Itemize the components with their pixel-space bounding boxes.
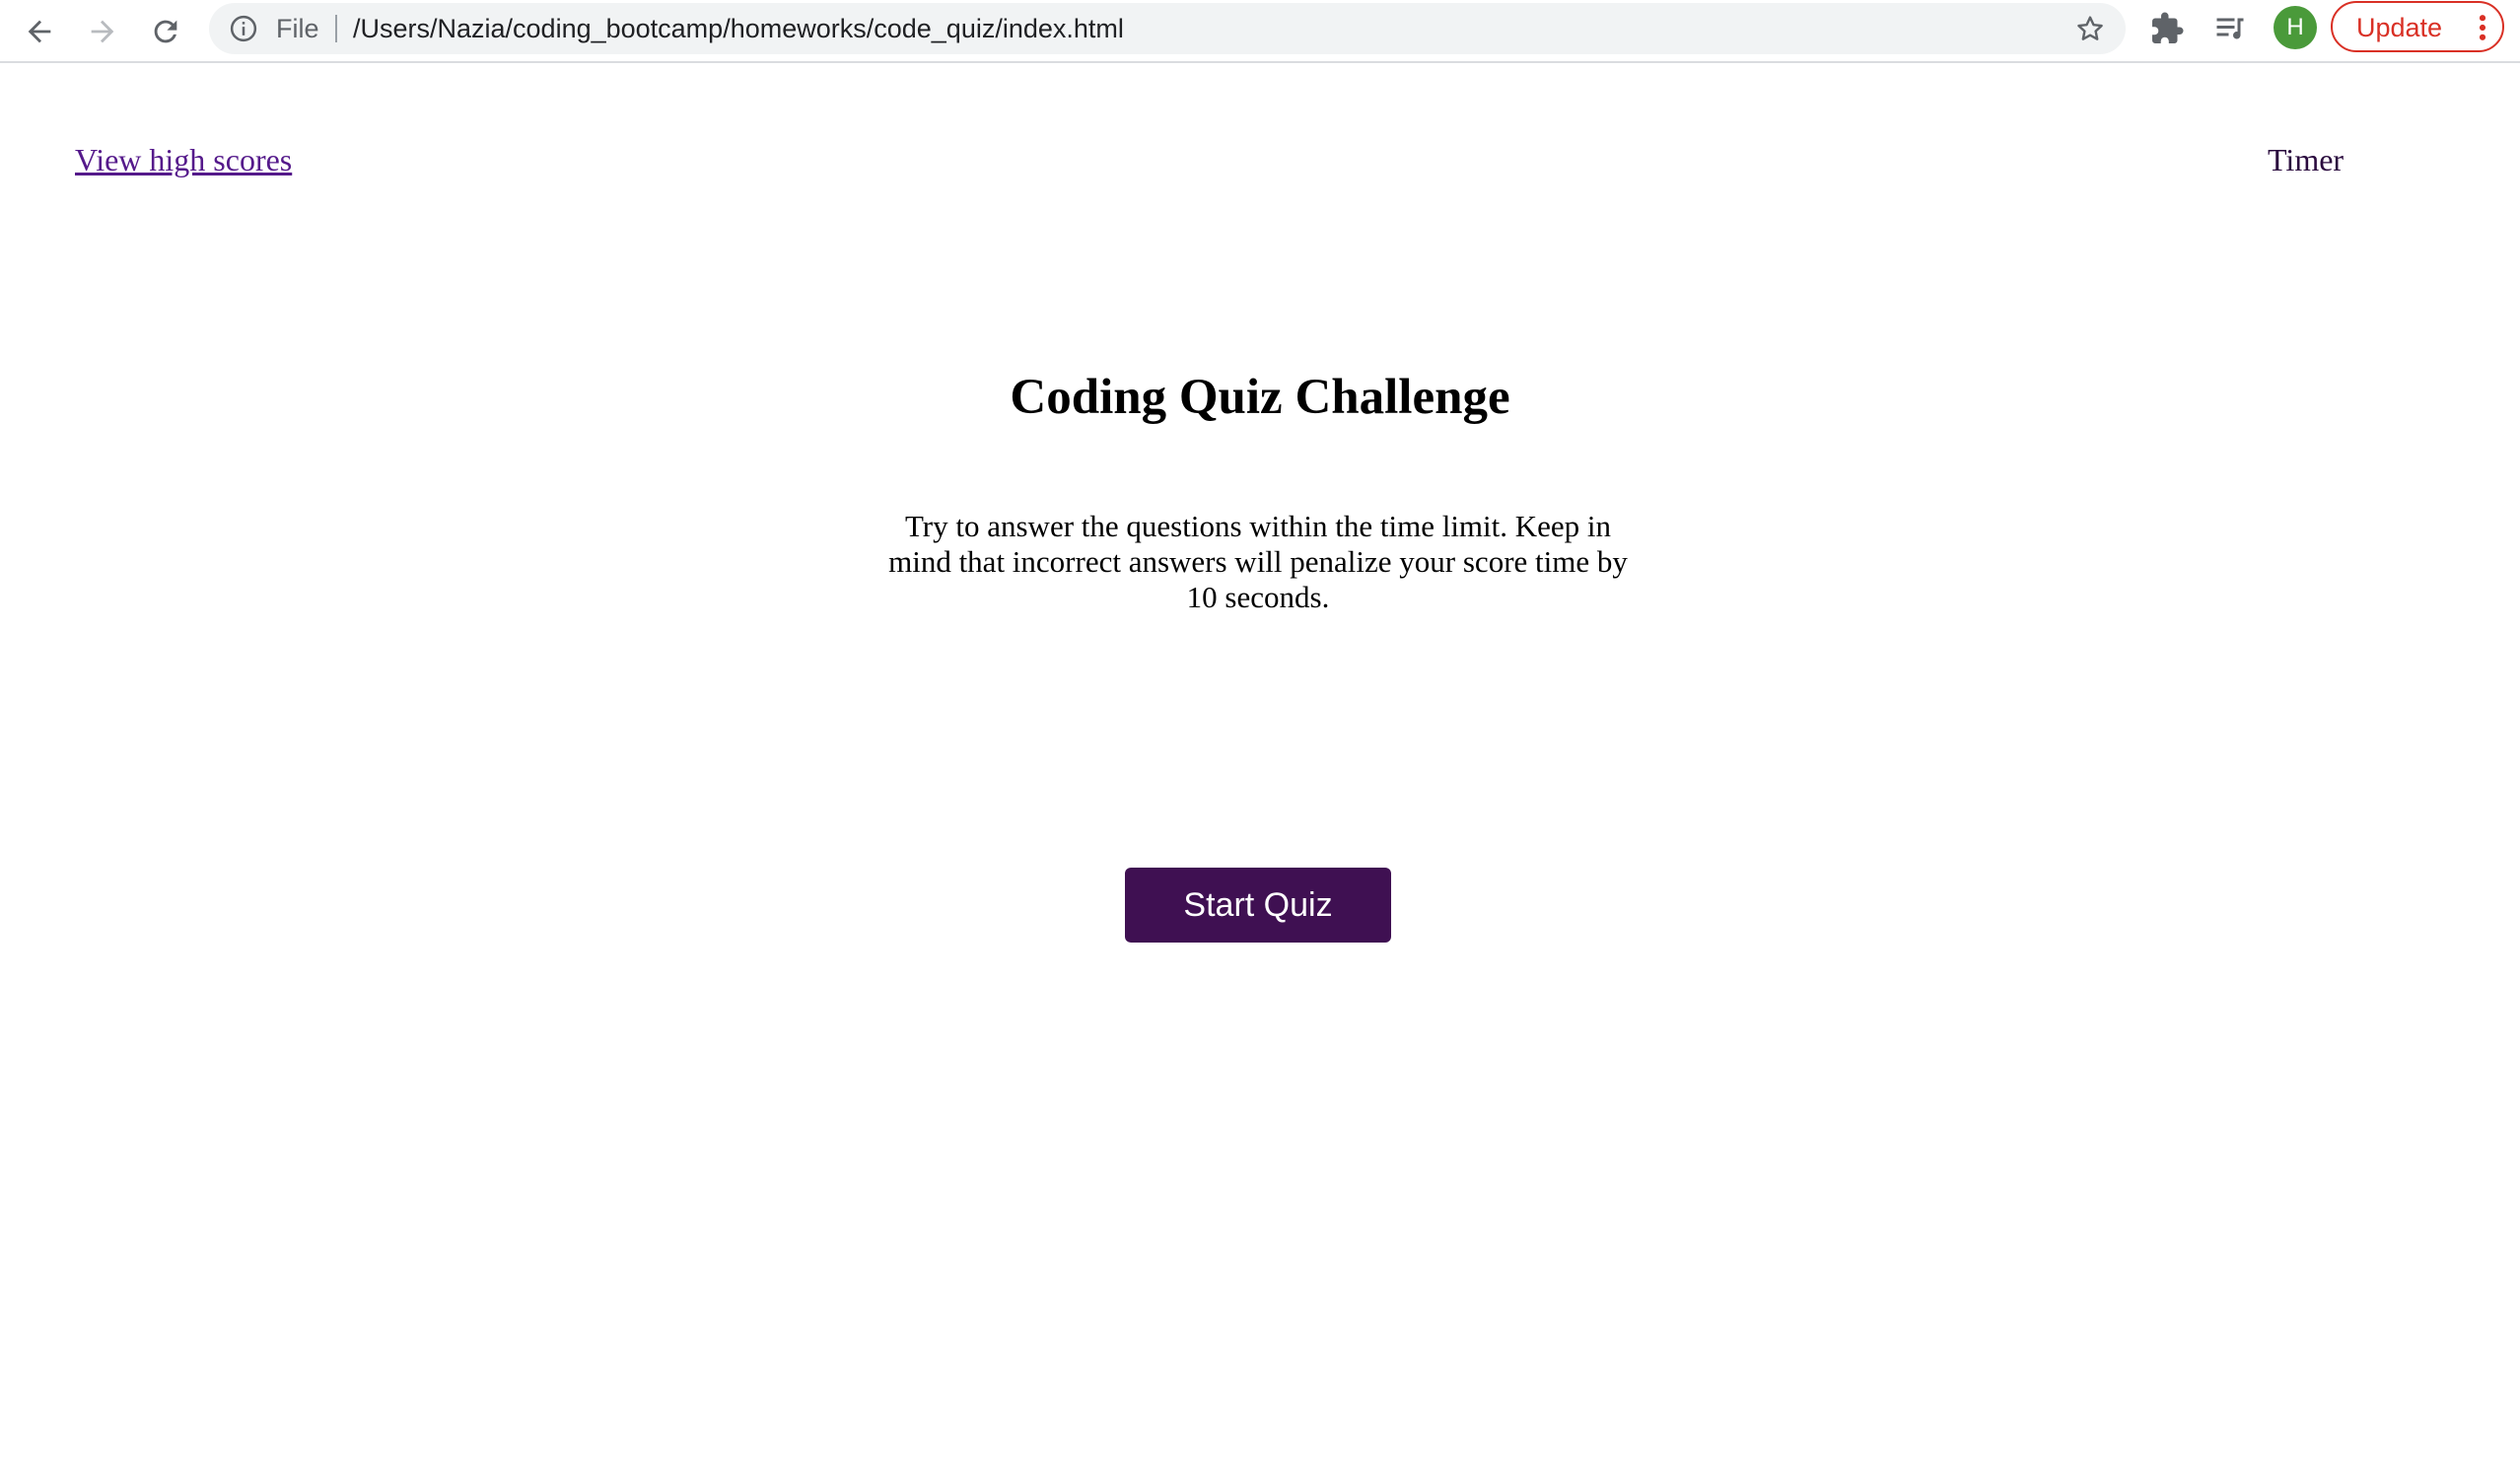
forward-button[interactable] xyxy=(79,8,126,55)
reload-button[interactable] xyxy=(142,8,189,55)
address-bar[interactable]: File /Users/Nazia/coding_bootcamp/homewo… xyxy=(209,3,2126,54)
info-icon[interactable] xyxy=(229,14,258,43)
reload-icon xyxy=(154,20,177,43)
update-button[interactable]: Update xyxy=(2331,1,2504,52)
quiz-instructions: Try to answer the questions within the t… xyxy=(888,509,1628,614)
url-scheme-label: File xyxy=(276,14,319,43)
kebab-menu-icon xyxy=(2479,15,2486,40)
url-text[interactable]: /Users/Nazia/coding_bootcamp/homeworks/c… xyxy=(353,3,1124,54)
view-high-scores-link[interactable]: View high scores xyxy=(75,142,292,178)
page-title: Coding Quiz Challenge xyxy=(1010,370,1510,425)
page-content: View high scores Timer Coding Quiz Chall… xyxy=(0,63,2520,1471)
back-arrow-icon xyxy=(28,20,51,43)
back-button[interactable] xyxy=(16,8,63,55)
media-queue-icon[interactable] xyxy=(2212,11,2248,46)
url-divider xyxy=(335,15,337,42)
browser-toolbar: File /Users/Nazia/coding_bootcamp/homewo… xyxy=(0,0,2520,63)
forward-arrow-icon xyxy=(91,20,114,43)
star-icon[interactable] xyxy=(2074,13,2106,44)
update-label: Update xyxy=(2356,13,2443,42)
timer-label: Timer xyxy=(2268,142,2345,177)
start-quiz-button[interactable]: Start Quiz xyxy=(1125,868,1391,943)
puzzle-icon[interactable] xyxy=(2149,11,2185,46)
profile-avatar[interactable]: H xyxy=(2274,6,2317,49)
